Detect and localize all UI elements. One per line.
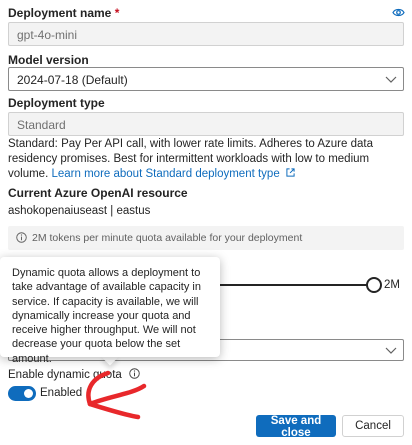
deployment-type-value: Standard xyxy=(17,118,66,132)
quota-info-text: 2M tokens per minute quota available for… xyxy=(32,232,303,244)
deployment-name-label-text: Deployment name xyxy=(8,6,112,20)
deployment-name-field[interactable]: gpt-4o-mini xyxy=(8,22,404,46)
model-version-select[interactable]: 2024-07-18 (Default) xyxy=(8,67,404,91)
chevron-down-icon xyxy=(385,347,397,354)
quota-info-bar: 2M tokens per minute quota available for… xyxy=(8,226,404,250)
deployment-name-value: gpt-4o-mini xyxy=(17,28,78,42)
tooltip-text: Dynamic quota allows a deployment to tak… xyxy=(12,267,201,365)
cancel-button[interactable]: Cancel xyxy=(342,415,404,437)
resource-value: ashokopenaiuseast | eastus xyxy=(8,205,151,217)
learn-more-link[interactable]: Learn more about Standard deployment typ… xyxy=(51,168,279,180)
dynamic-quota-toggle[interactable] xyxy=(8,386,36,401)
model-version-value: 2024-07-18 (Default) xyxy=(17,73,128,87)
deployment-name-label: Deployment name * xyxy=(8,6,119,20)
chevron-down-icon xyxy=(385,76,397,83)
external-link-icon xyxy=(286,168,295,177)
model-version-label: Model version xyxy=(8,53,89,67)
required-marker: * xyxy=(114,6,120,20)
deployment-type-field[interactable]: Standard xyxy=(8,112,404,136)
resource-label: Current Azure OpenAI resource xyxy=(8,186,188,200)
toggle-state-label: Enabled xyxy=(40,387,83,399)
eye-icon[interactable] xyxy=(392,5,405,23)
toggle-knob xyxy=(24,389,33,398)
deployment-type-description: Standard: Pay Per API call, with lower r… xyxy=(8,137,406,182)
rate-limit-slider-thumb[interactable] xyxy=(366,277,382,293)
deployment-type-label: Deployment type xyxy=(8,96,105,110)
annotation-arrow xyxy=(86,370,147,420)
dynamic-quota-tooltip: Dynamic quota allows a deployment to tak… xyxy=(0,257,220,365)
rate-limit-value: 2M xyxy=(384,279,400,291)
info-icon xyxy=(16,232,27,243)
save-and-close-button[interactable]: Save and close xyxy=(256,415,336,439)
